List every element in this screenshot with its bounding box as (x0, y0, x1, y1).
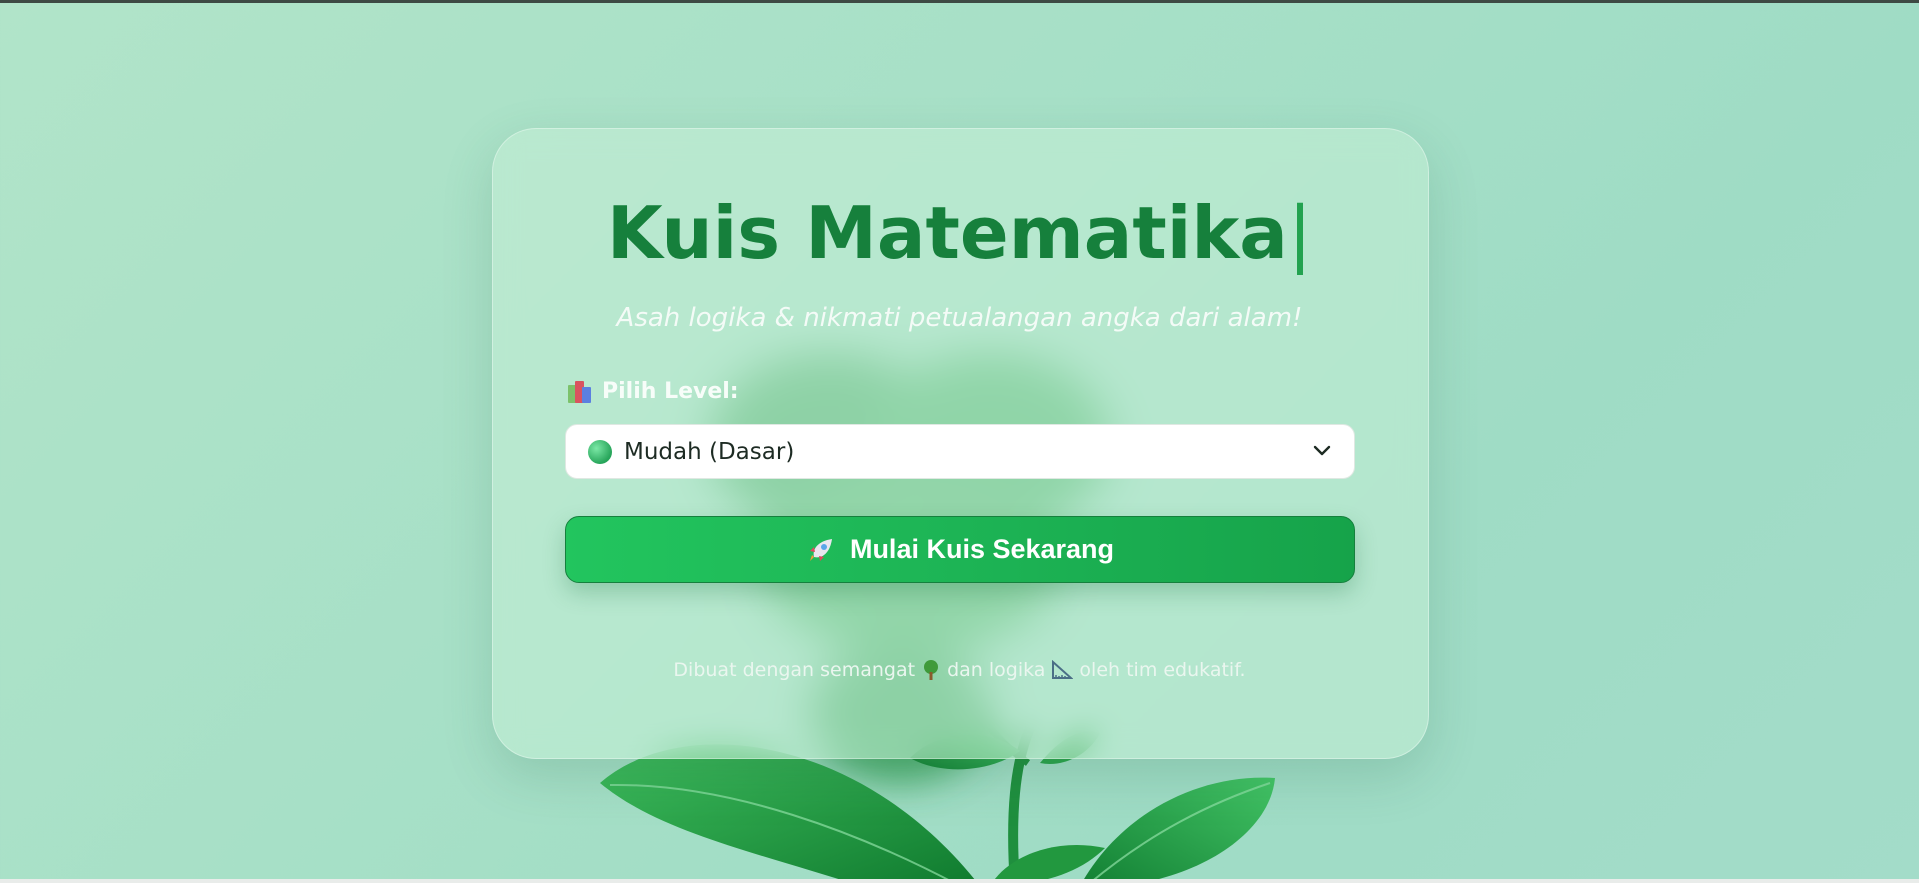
typing-cursor: | (1287, 191, 1313, 275)
bottom-edge (0, 879, 1919, 883)
level-label-text: Pilih Level: (602, 379, 739, 404)
start-quiz-label: Mulai Kuis Sekarang (849, 534, 1115, 564)
level-label: Pilih Level: (568, 379, 739, 404)
footer-note: Dibuat dengan semangat dan logika oleh t… (0, 659, 1919, 681)
rocket-icon (809, 538, 832, 561)
footer-text-1: Dibuat dengan semangat (673, 659, 916, 681)
title-text: Kuis Matematika (606, 191, 1288, 275)
page-subtitle: Asah logika & nikmati petualangan angka … (616, 303, 1303, 333)
page-title: Kuis Matematika| (0, 191, 1919, 275)
green-circle-icon (588, 439, 612, 464)
footer-text-2: dan logika (947, 659, 1046, 681)
footer-text-3: oleh tim edukatif. (1079, 659, 1246, 681)
level-select-value: Mudah (Dasar) (624, 438, 795, 465)
level-select[interactable]: Mudah (Dasar) (565, 424, 1355, 479)
books-icon (568, 380, 594, 403)
chevron-down-icon (1313, 445, 1331, 456)
start-quiz-button[interactable]: Mulai Kuis Sekarang (565, 516, 1355, 583)
tree-icon (924, 660, 939, 680)
triangle-ruler-icon (1052, 660, 1074, 679)
